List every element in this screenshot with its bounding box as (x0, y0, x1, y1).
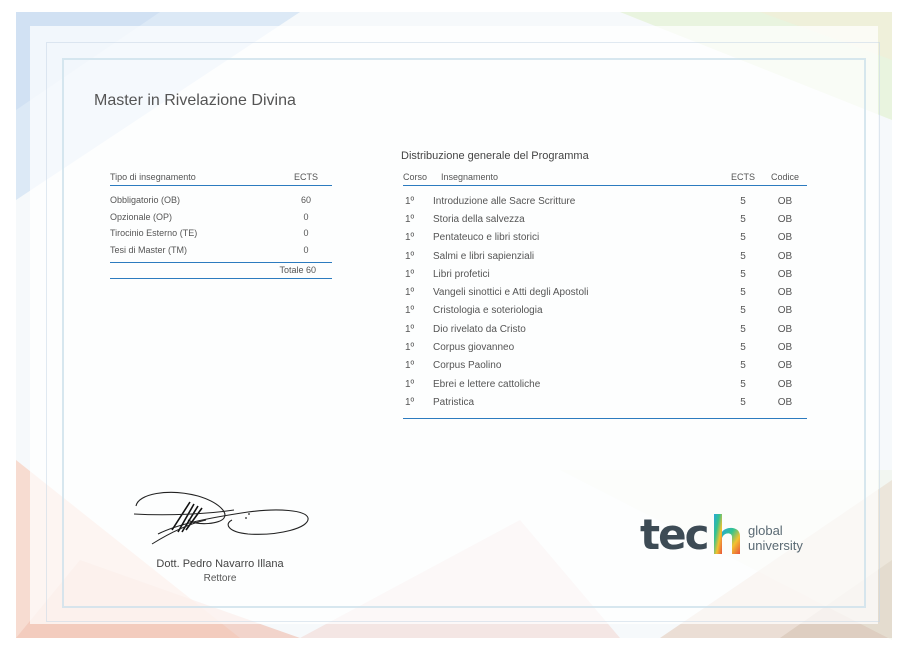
header-ects: ECTS (730, 172, 755, 182)
code-cell: OB (777, 360, 793, 372)
subject-cell: Pentateuco e libri storici (433, 232, 540, 244)
ects-cell: 0 (303, 228, 309, 239)
ects-cell: 5 (740, 268, 746, 280)
table-row: 1º Salmi e libri sapienziali 5 OB (403, 247, 807, 265)
table-row: 1º Libri profetici 5 OB (403, 265, 807, 283)
ects-cell: 5 (740, 250, 746, 262)
course-cell: 1º (405, 268, 415, 280)
course-cell: 1º (405, 396, 415, 408)
code-cell: OB (777, 268, 793, 280)
course-cell: 1º (405, 195, 415, 207)
signatory-name: Dott. Pedro Navarro Illana (156, 558, 284, 570)
table-row: 1º Ebrei e lettere cattoliche 5 OB (403, 375, 807, 393)
programme-rows: 1º Introduzione alle Sacre Scritture 5 OB 1º… (403, 186, 807, 419)
tech-logo: tec global university (640, 510, 820, 562)
ects-cell: 5 (740, 195, 746, 207)
table-row: 1º Pentateuco e libri storici 5 OB (403, 229, 807, 247)
course-cell: 1º (405, 305, 415, 317)
programme-table: Corso Insegnamento ECTS Codice 1º Introdu… (403, 172, 807, 419)
subject-cell: Salmi e libri sapienziali (433, 250, 535, 262)
teaching-type-rows: Obbligatorio (OB) 60 Opzionale (OP) 0 Ti… (110, 186, 332, 262)
subject-cell: Patristica (433, 396, 475, 408)
subject-cell: Corpus Paolino (433, 360, 502, 372)
teaching-type-header: Tipo di insegnamento ECTS (110, 172, 332, 186)
code-cell: OB (777, 396, 793, 408)
type-cell: Tirocinio Esterno (TE) (110, 228, 198, 239)
programme-title: Distribuzione generale del Programma (401, 150, 589, 162)
table-row: 1º Storia della salvezza 5 OB (403, 210, 807, 228)
teaching-type-table: Tipo di insegnamento ECTS Obbligatorio (… (110, 172, 332, 279)
course-cell: 1º (405, 342, 415, 354)
subject-cell: Cristologia e soteriologia (433, 305, 543, 317)
subject-cell: Storia della salvezza (433, 213, 525, 225)
logo-h-icon (714, 514, 740, 554)
signature-icon (133, 491, 309, 545)
table-row: 1º Corpus Paolino 5 OB (403, 357, 807, 375)
ects-cell: 5 (740, 323, 746, 335)
document-title: Master in Rivelazione Divina (94, 92, 296, 109)
ects-cell: 5 (740, 213, 746, 225)
header-codice: Codice (770, 172, 799, 182)
table-row: 1º Vangeli sinottici e Atti degli Apostol… (403, 283, 807, 301)
table-row: 1º Patristica 5 OB (403, 393, 807, 411)
logo-line1: global (748, 523, 783, 538)
subject-cell: Ebrei e lettere cattoliche (433, 378, 541, 390)
code-cell: OB (777, 213, 793, 225)
code-cell: OB (777, 195, 793, 207)
code-cell: OB (777, 250, 793, 262)
course-cell: 1º (405, 287, 415, 299)
course-cell: 1º (405, 378, 415, 390)
table-row: 1º Introduzione alle Sacre Scritture 5 OB (403, 192, 807, 210)
type-cell: Opzionale (OP) (110, 211, 173, 222)
logo-line2: university (748, 538, 803, 553)
header-tipo: Tipo di insegnamento (110, 172, 196, 182)
type-cell: Tesi di Master (TM) (110, 244, 188, 255)
subject-cell: Vangeli sinottici e Atti degli Apostoli (433, 287, 589, 299)
programme-header: Corso Insegnamento ECTS Codice (403, 172, 807, 186)
total-row: Totale 60 (110, 262, 332, 279)
ects-cell: 60 (300, 195, 311, 206)
code-cell: OB (777, 323, 793, 335)
ects-cell: 5 (740, 305, 746, 317)
code-cell: OB (777, 378, 793, 390)
ects-cell: 5 (740, 396, 746, 408)
table-row: 1º Dio rivelato da Cristo 5 OB (403, 320, 807, 338)
subject-cell: Dio rivelato da Cristo (433, 323, 526, 335)
ects-cell: 5 (740, 232, 746, 244)
table-row: Tirocinio Esterno (TE) 0 (110, 225, 332, 242)
header-ects: ECTS (293, 172, 318, 182)
header-insegnamento: Insegnamento (441, 172, 499, 182)
code-cell: OB (777, 232, 793, 244)
header-corso: Corso (403, 172, 428, 182)
code-cell: OB (777, 342, 793, 354)
ects-cell: 5 (740, 342, 746, 354)
table-row: 1º Cristologia e soteriologia 5 OB (403, 302, 807, 320)
subject-cell: Introduzione alle Sacre Scritture (433, 195, 576, 207)
ects-cell: 5 (740, 378, 746, 390)
course-cell: 1º (405, 213, 415, 225)
table-row: Obbligatorio (OB) 60 (110, 192, 332, 209)
table-row: Opzionale (OP) 0 (110, 209, 332, 226)
ects-cell: 0 (303, 211, 309, 222)
logo-brand: tec (640, 510, 709, 559)
signatory-role: Rettore (203, 573, 237, 584)
total-cell: Totale 60 (279, 265, 316, 275)
code-cell: OB (777, 287, 793, 299)
course-cell: 1º (405, 360, 415, 372)
type-cell: Obbligatorio (OB) (110, 195, 181, 206)
code-cell: OB (777, 305, 793, 317)
course-cell: 1º (405, 323, 415, 335)
ects-cell: 0 (303, 244, 309, 255)
table-row: 1º Corpus giovanneo 5 OB (403, 338, 807, 356)
course-cell: 1º (405, 232, 415, 244)
ects-cell: 5 (740, 287, 746, 299)
subject-cell: Libri profetici (433, 268, 490, 280)
table-row: Tesi di Master (TM) 0 (110, 242, 332, 259)
subject-cell: Corpus giovanneo (433, 342, 515, 354)
ects-cell: 5 (740, 360, 746, 372)
course-cell: 1º (405, 250, 415, 262)
